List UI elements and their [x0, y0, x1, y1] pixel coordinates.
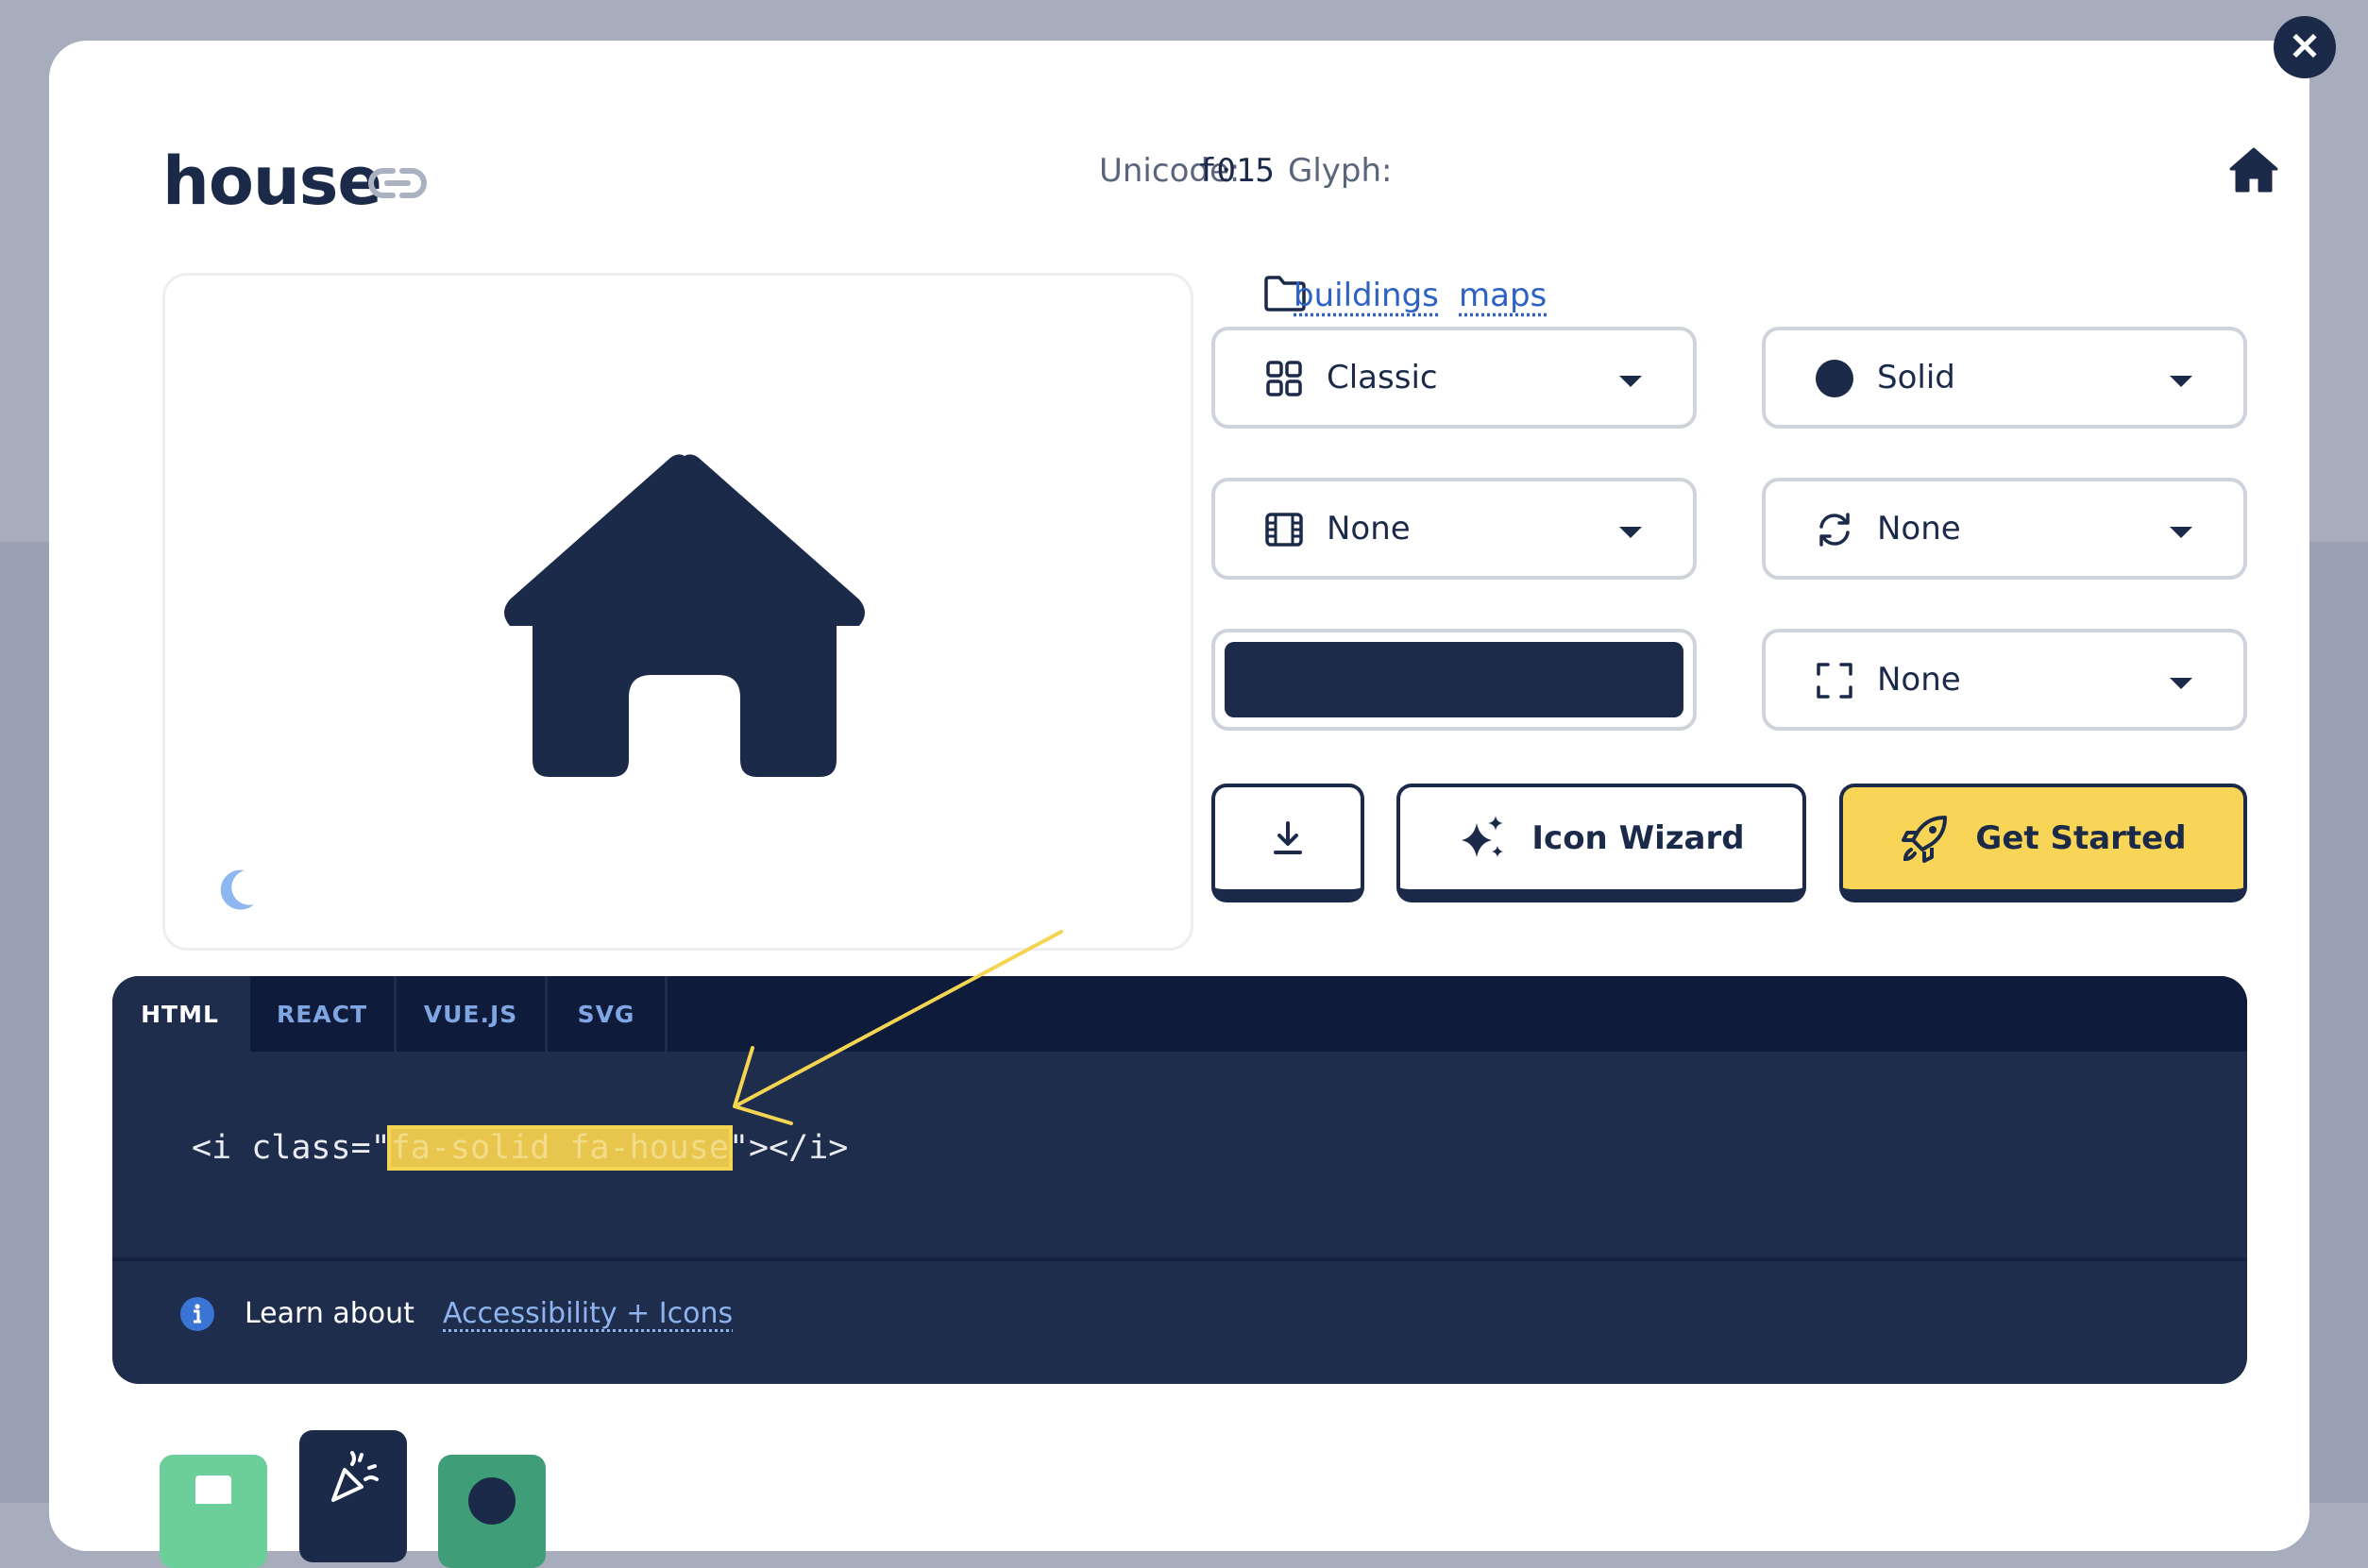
get-started-label: Get Started: [1975, 819, 2187, 857]
icon-tile-teal[interactable]: [438, 1455, 546, 1568]
close-icon: ✕: [2289, 26, 2321, 68]
rotation-select-label: None: [1877, 510, 1961, 548]
family-select-label: Classic: [1327, 359, 1438, 396]
learn-about-text: Learn about: [245, 1297, 414, 1330]
tab-html[interactable]: HTML: [112, 976, 250, 1052]
expand-icon: [1817, 663, 1852, 699]
grid-icon: [1266, 361, 1302, 396]
icon-wizard-label: Icon Wizard: [1531, 819, 1745, 857]
rotation-select[interactable]: None: [1762, 478, 2247, 580]
code-snippet-panel: HTML REACT VUE.JS SVG <i class="fa-solid…: [112, 976, 2247, 1384]
caret-down-icon: [2170, 376, 2192, 387]
icon-tile-green[interactable]: [160, 1455, 267, 1568]
download-button[interactable]: [1211, 784, 1364, 902]
color-swatch: [1225, 642, 1683, 717]
category-link-buildings[interactable]: buildings: [1294, 277, 1439, 314]
moon-icon[interactable]: [216, 867, 258, 912]
size-select[interactable]: None: [1762, 629, 2247, 731]
tab-react[interactable]: REACT: [250, 976, 397, 1052]
tab-vuejs[interactable]: VUE.JS: [397, 976, 548, 1052]
tab-svg[interactable]: SVG: [548, 976, 668, 1052]
caret-down-icon: [1619, 376, 1642, 387]
download-icon: [1274, 821, 1302, 854]
house-glyph-icon[interactable]: [2228, 146, 2279, 194]
code-highlighted-classes: fa-solid fa-house: [386, 1125, 733, 1171]
animation-select-label: None: [1327, 510, 1411, 548]
sparkles-icon: [1462, 816, 1504, 857]
code-prefix: <i class=": [192, 1129, 391, 1167]
glyph-label: Glyph:: [1288, 152, 1393, 190]
house-preview-icon: [504, 454, 865, 777]
link-icon[interactable]: [368, 161, 427, 205]
rocket-icon: [1902, 816, 1948, 863]
code-divider: [112, 1257, 2247, 1261]
caret-down-icon: [1619, 527, 1642, 538]
family-select[interactable]: Classic: [1211, 327, 1697, 429]
animation-select[interactable]: None: [1211, 478, 1697, 580]
color-picker[interactable]: [1211, 629, 1697, 731]
icon-tile-dark[interactable]: [299, 1430, 407, 1562]
rotate-icon: [1819, 513, 1850, 547]
icon-preview: [162, 273, 1193, 951]
party-popper-icon: [331, 1451, 379, 1502]
accessibility-link[interactable]: Accessibility + Icons: [443, 1297, 733, 1330]
style-select-label: Solid: [1877, 359, 1955, 396]
unicode-value[interactable]: f015: [1197, 152, 1275, 190]
film-icon: [1265, 513, 1303, 547]
code-line[interactable]: <i class="fa-solid fa-house"></i>: [192, 1125, 849, 1171]
circle-icon: [1816, 360, 1853, 397]
info-icon: [180, 1297, 214, 1331]
face-icon: [468, 1477, 516, 1525]
size-select-label: None: [1877, 661, 1961, 699]
close-button[interactable]: ✕: [2274, 16, 2336, 78]
category-link-maps[interactable]: maps: [1459, 277, 1547, 314]
calendar-icon: [195, 1475, 231, 1504]
get-started-button[interactable]: Get Started: [1839, 784, 2247, 902]
icon-title: house: [162, 143, 382, 220]
caret-down-icon: [2170, 678, 2192, 689]
caret-down-icon: [2170, 527, 2192, 538]
code-tabbar: HTML REACT VUE.JS SVG: [112, 976, 2247, 1052]
code-suffix: "></i>: [728, 1129, 849, 1167]
icon-wizard-button[interactable]: Icon Wizard: [1396, 784, 1806, 902]
style-select[interactable]: Solid: [1762, 327, 2247, 429]
